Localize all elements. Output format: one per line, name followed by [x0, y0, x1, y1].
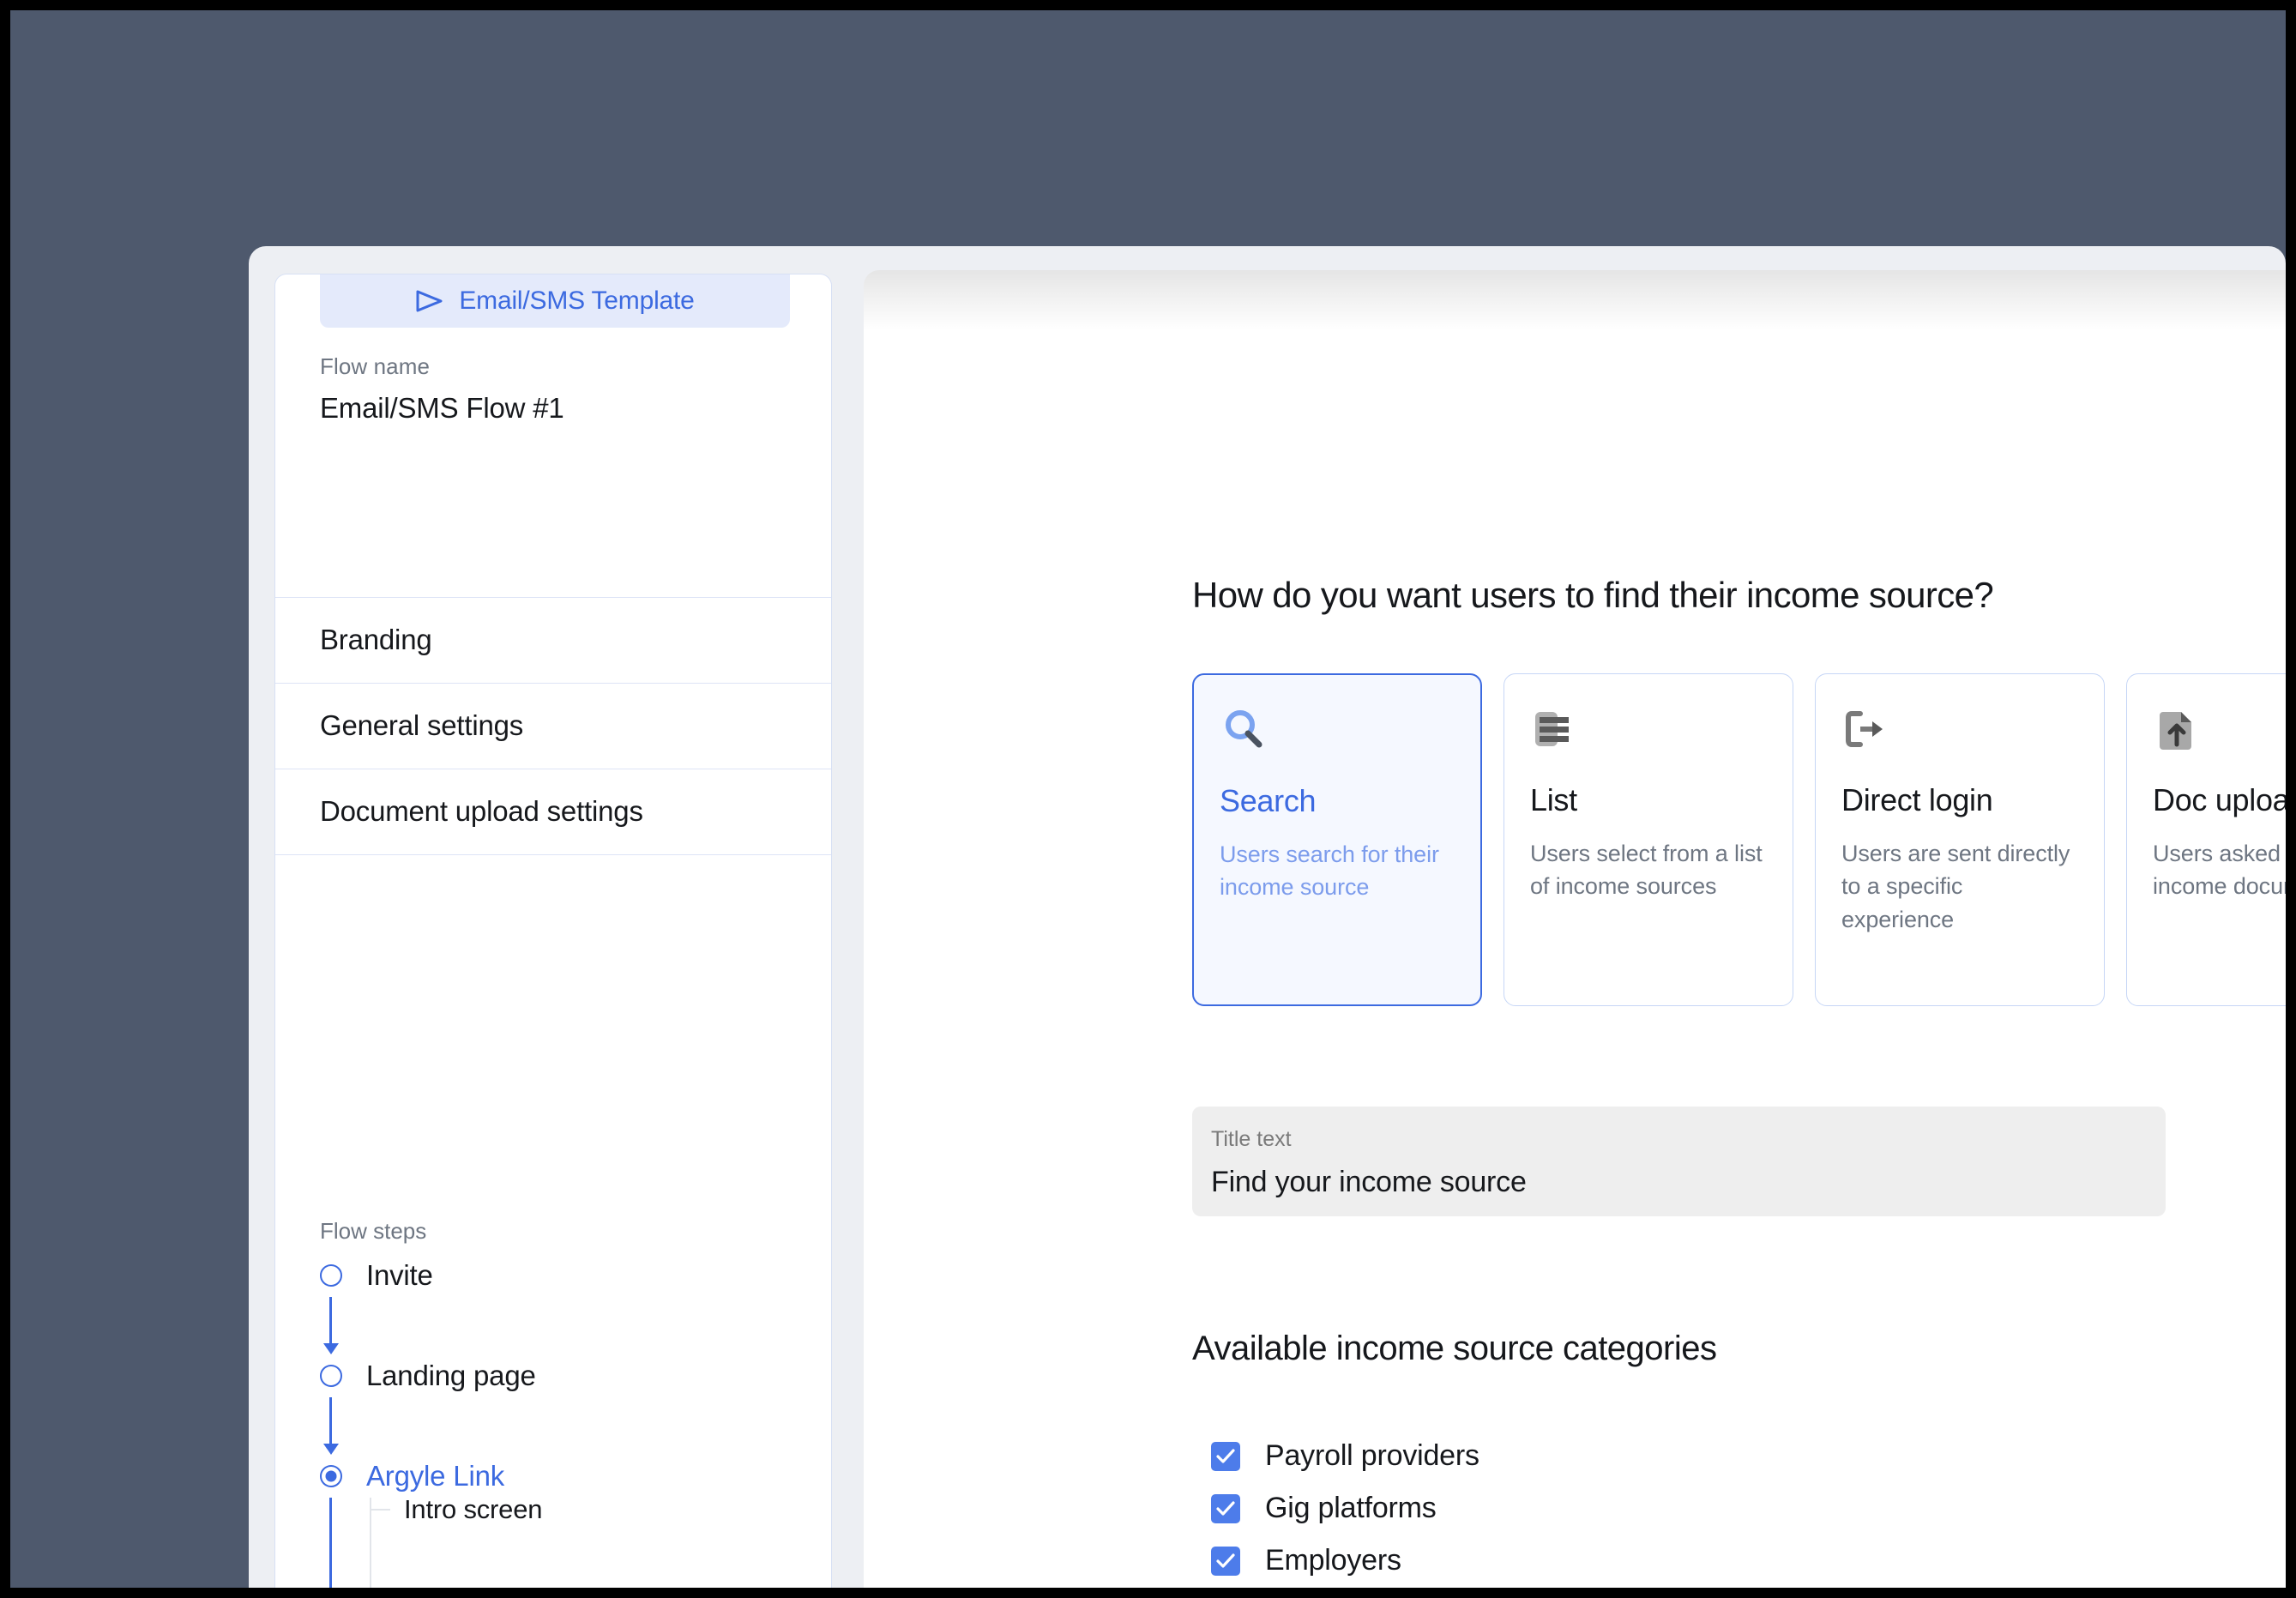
flow-steps-label: Flow steps: [320, 1218, 427, 1244]
option-card-description: Users select from a list of income sourc…: [1530, 841, 1763, 900]
tree-branch-icon: [370, 1509, 390, 1511]
search-icon: [1220, 706, 1455, 759]
divider: [275, 854, 831, 855]
category-row-employers[interactable]: Employers: [1211, 1535, 1496, 1587]
main-content-panel: How do you want users to find their inco…: [864, 270, 2286, 1588]
page-title: How do you want users to find their inco…: [1192, 575, 1994, 615]
option-card-description: Users search for their income source: [1220, 841, 1439, 901]
option-card-description: Users asked to upload income documents: [2153, 841, 2286, 900]
template-tab-label: Email/SMS Template: [459, 286, 695, 315]
send-icon: [415, 289, 444, 313]
flow-step-label: Landing page: [366, 1360, 536, 1391]
checkbox-checked-icon[interactable]: [1211, 1493, 1240, 1523]
checkbox-checked-icon[interactable]: [1211, 1546, 1240, 1576]
category-row-gig-platforms[interactable]: Gig platforms: [1211, 1482, 1496, 1535]
direct-login-icon: [1841, 705, 2078, 758]
category-checkbox-list: Payroll providers Gig platforms Employer…: [1211, 1430, 1496, 1588]
flow-connector-line: [329, 1297, 332, 1345]
sidebar-panel: Email/SMS Template Flow name Email/SMS F…: [274, 274, 832, 1588]
flow-substep-intro-screen[interactable]: Intro screen: [370, 1494, 542, 1525]
category-label: Payroll providers: [1265, 1439, 1479, 1472]
flow-step-landing-page[interactable]: Landing page: [320, 1360, 536, 1392]
step-dot-icon: [320, 1264, 342, 1287]
option-card-doc-upload[interactable]: Doc upload Users asked to upload income …: [2126, 673, 2286, 1006]
category-row-benefits-providers[interactable]: Benefits providers: [1211, 1587, 1496, 1588]
title-text-value[interactable]: Find your income source: [1211, 1166, 2166, 1199]
step-dot-icon: [320, 1365, 342, 1387]
option-card-search[interactable]: Search Users search for their income sou…: [1192, 673, 1482, 1006]
categories-heading: Available income source categories: [1192, 1330, 1717, 1367]
email-sms-template-tab[interactable]: Email/SMS Template: [320, 274, 790, 328]
sidebar-item-general-settings[interactable]: General settings: [275, 683, 831, 769]
step-dot-selected-icon: [320, 1465, 342, 1487]
flow-substep-label: Intro screen: [404, 1494, 543, 1524]
checkbox-checked-icon[interactable]: [1211, 1441, 1240, 1471]
flow-name-value[interactable]: Email/SMS Flow #1: [320, 392, 800, 425]
list-icon: [1530, 705, 1767, 758]
desktop-backdrop: Email/SMS Template Flow name Email/SMS F…: [10, 10, 2286, 1588]
doc-upload-icon: [2153, 705, 2286, 758]
flow-name-label: Flow name: [320, 353, 431, 379]
sidebar-item-label: Document upload settings: [320, 795, 643, 827]
option-card-group: Search Users search for their income sou…: [1192, 673, 2286, 1006]
option-card-title: List: [1530, 782, 1577, 817]
flow-connector-line: [329, 1397, 332, 1445]
category-label: Gig platforms: [1265, 1492, 1437, 1524]
flow-name-block: Flow name Email/SMS Flow #1: [320, 353, 800, 425]
sidebar-item-branding[interactable]: Branding: [275, 597, 831, 683]
flow-step-argyle-link[interactable]: Argyle Link: [320, 1460, 504, 1492]
sidebar-item-label: Branding: [320, 624, 432, 655]
flow-connector-arrow-icon: [323, 1444, 339, 1455]
category-label: Employers: [1265, 1544, 1401, 1577]
option-card-title: Doc upload: [2153, 782, 2286, 817]
option-card-list[interactable]: List Users select from a list of income …: [1504, 673, 1793, 1006]
option-card-direct-login[interactable]: Direct login Users are sent directly to …: [1815, 673, 2105, 1006]
flow-step-label: Argyle Link: [366, 1460, 505, 1492]
flow-connector-line: [329, 1498, 332, 1588]
sidebar-item-document-upload-settings[interactable]: Document upload settings: [275, 769, 831, 854]
category-row-payroll-providers[interactable]: Payroll providers: [1211, 1430, 1496, 1482]
flow-connector-arrow-icon: [323, 1343, 339, 1354]
title-text-field[interactable]: Title text Find your income source: [1192, 1107, 2166, 1216]
option-card-description: Users are sent directly to a specific ex…: [1841, 841, 2070, 932]
option-card-title: Search: [1220, 783, 1317, 818]
option-card-title: Direct login: [1841, 782, 1993, 817]
sidebar-item-label: General settings: [320, 709, 524, 741]
app-window: Email/SMS Template Flow name Email/SMS F…: [249, 246, 2286, 1588]
title-text-label: Title text: [1211, 1127, 1292, 1151]
flow-step-invite[interactable]: Invite: [320, 1259, 433, 1292]
flow-step-label: Invite: [366, 1259, 433, 1291]
